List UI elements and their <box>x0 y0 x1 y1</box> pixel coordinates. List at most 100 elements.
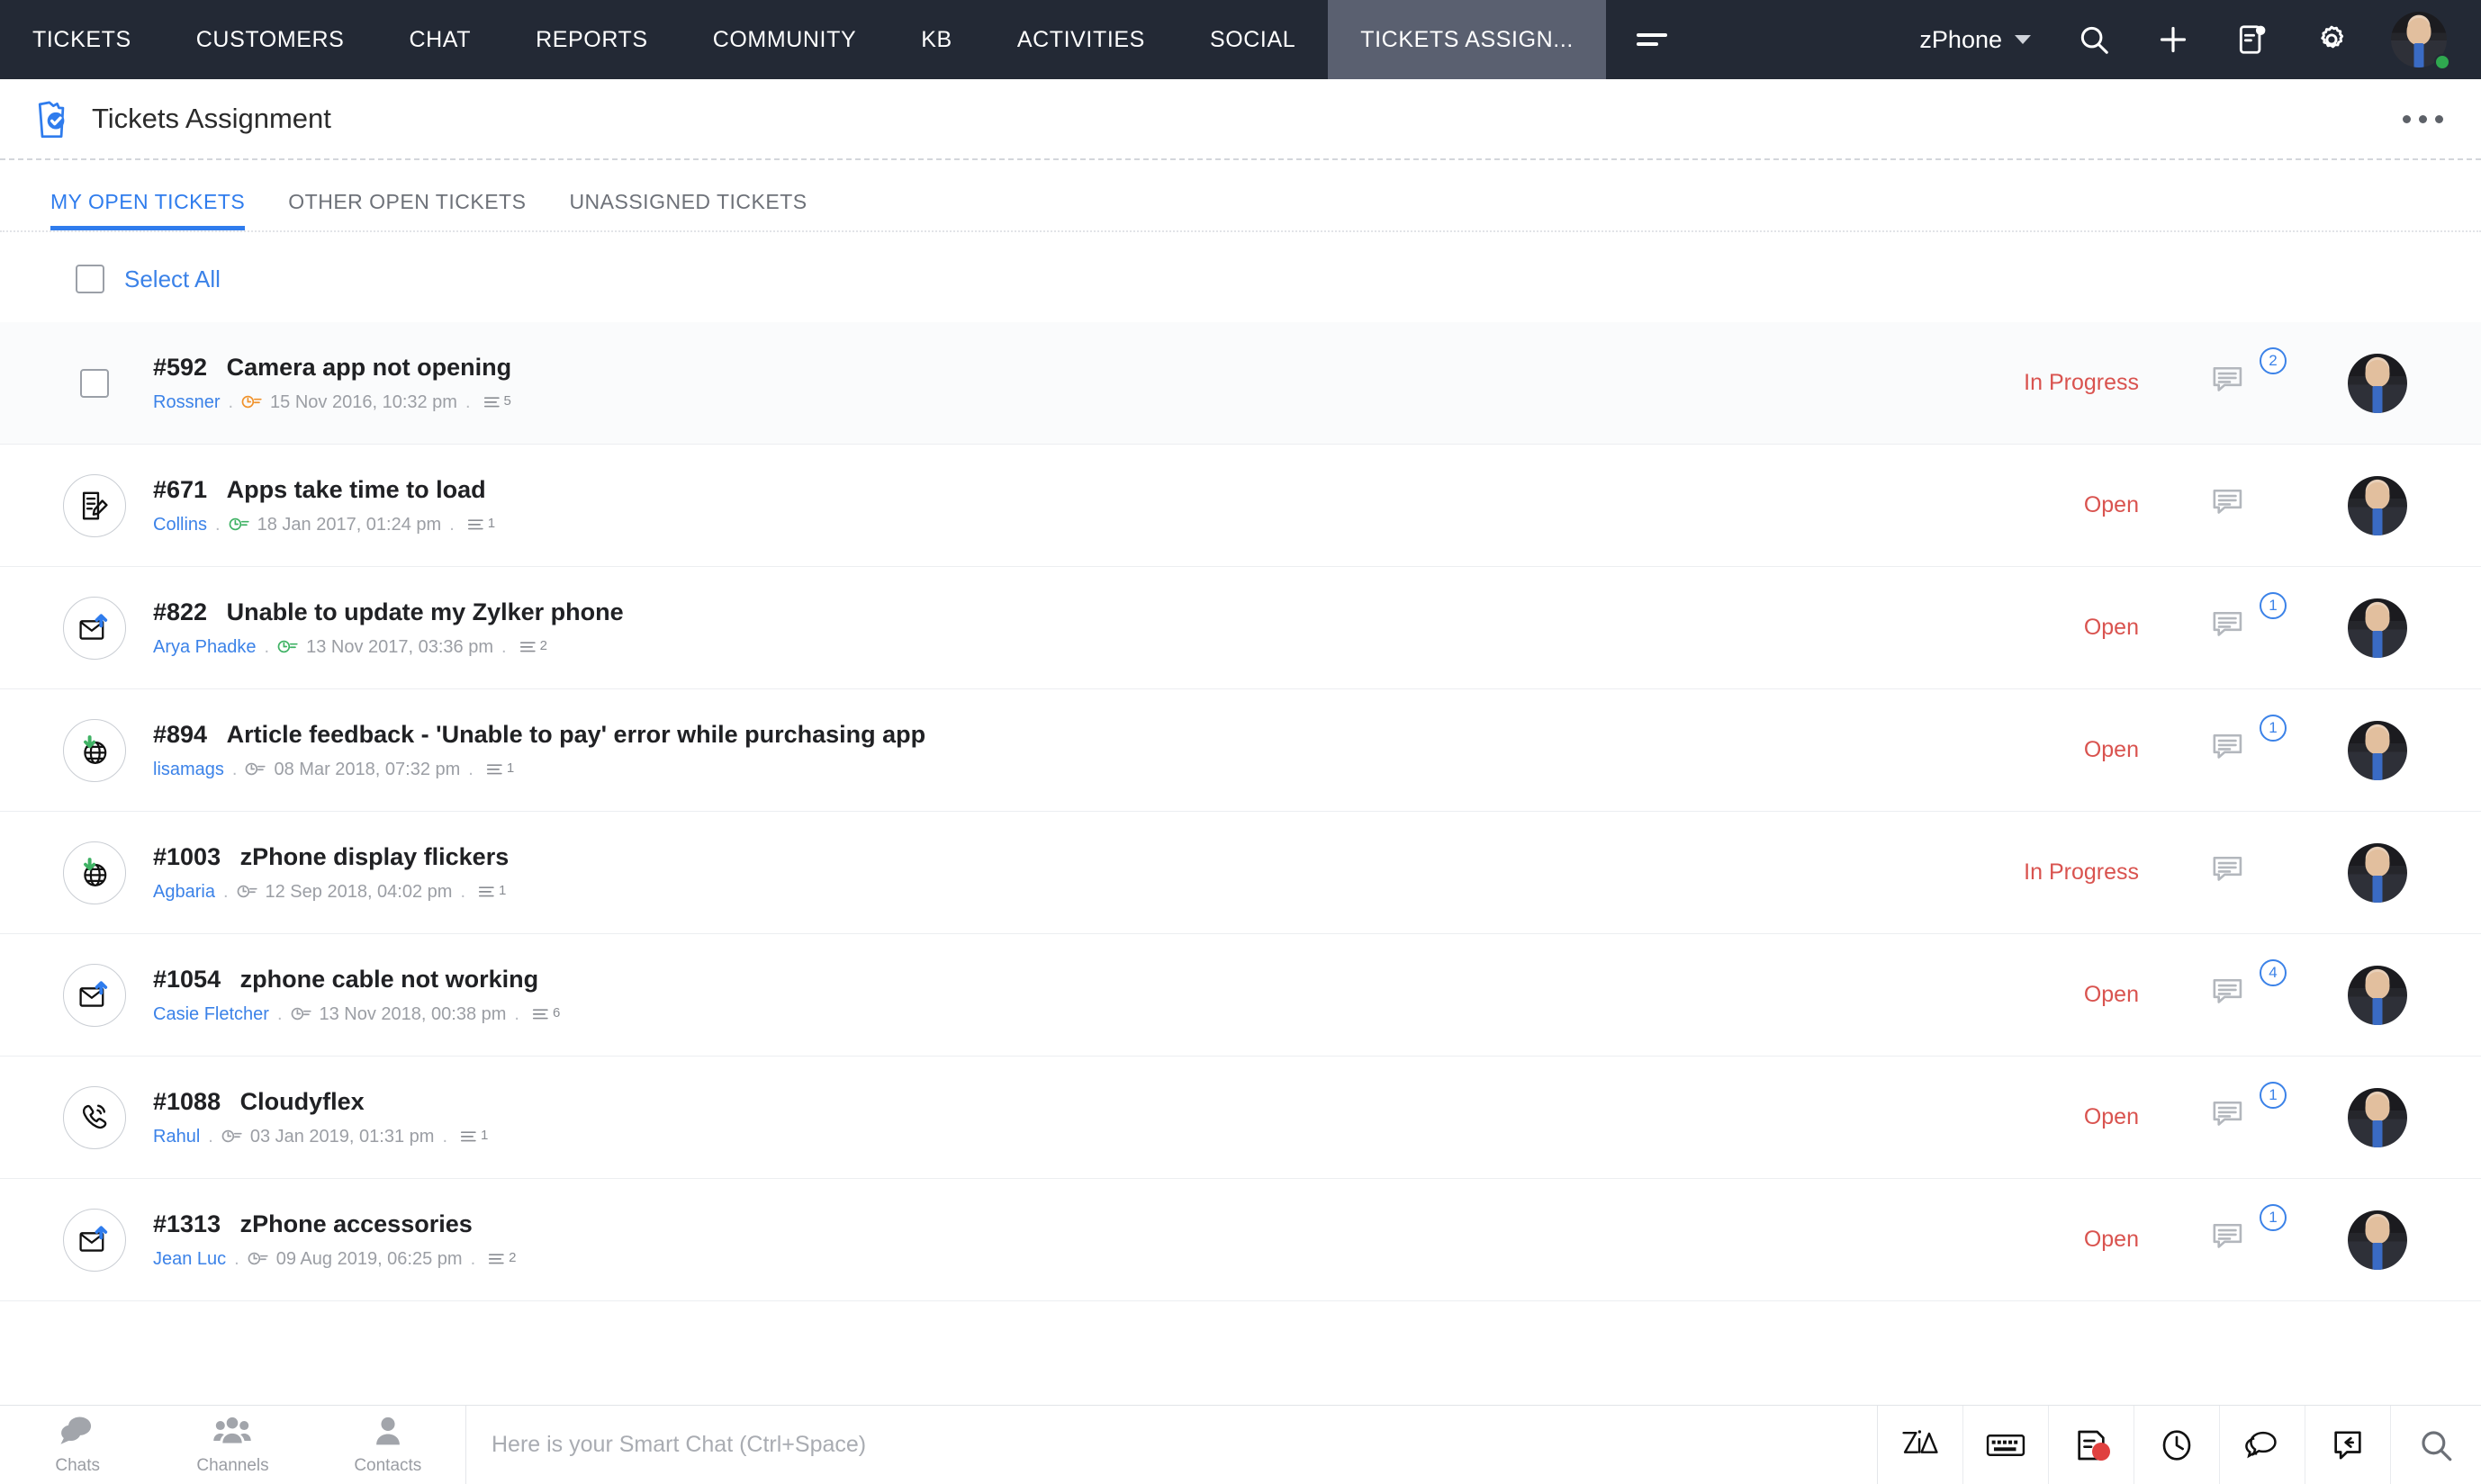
ticket-assignee-avatar[interactable] <box>2310 965 2445 1025</box>
sla-clock-icon <box>237 884 258 900</box>
nav-item-social[interactable]: SOCIAL <box>1177 0 1328 79</box>
ticket-assignee-avatar[interactable] <box>2310 598 2445 658</box>
bottom-tab-channels[interactable]: Channels <box>155 1406 310 1484</box>
ticket-contact[interactable]: Agbaria <box>153 882 215 903</box>
ticket-assignee-avatar[interactable] <box>2310 353 2445 413</box>
reply-icon[interactable] <box>2305 1406 2391 1484</box>
department-selector[interactable]: zPhone <box>1896 26 2054 54</box>
ticket-title[interactable]: #1313 zPhone accessories <box>153 1210 1878 1238</box>
meta-separator: . <box>228 391 234 412</box>
ticket-contact[interactable]: Collins <box>153 515 207 535</box>
status-badge[interactable]: Open <box>2084 737 2139 762</box>
ticket-meta: Casie Fletcher . 13 Nov 2018, 00:38 pm .… <box>153 1004 1878 1025</box>
bottom-tab-label: Chats <box>55 1456 100 1475</box>
nav-item-reports[interactable]: REPORTS <box>503 0 681 79</box>
ticket-checkbox[interactable] <box>80 368 109 398</box>
conversation-icon[interactable] <box>2220 1406 2305 1484</box>
user-avatar[interactable] <box>2380 0 2458 79</box>
status-badge[interactable]: Open <box>2084 982 2139 1007</box>
ticket-assignee-avatar[interactable] <box>2310 720 2445 780</box>
ticket-list: #592 Camera app not opening Rossner . 15… <box>0 322 2481 1301</box>
ticket-row[interactable]: #894 Article feedback - 'Unable to pay' … <box>0 689 2481 812</box>
ticket-contact[interactable]: Casie Fletcher <box>153 1004 269 1025</box>
select-all-checkbox[interactable] <box>76 265 104 293</box>
people-group-icon <box>212 1414 252 1453</box>
ticket-comment-cell[interactable]: 1 <box>2148 715 2310 769</box>
ticket-contact[interactable]: Jean Luc <box>153 1249 226 1270</box>
nav-item-chat[interactable]: CHAT <box>376 0 503 79</box>
ticket-comment-cell[interactable]: 1 <box>2148 1204 2310 1259</box>
ticket-row[interactable]: #671 Apps take time to load Collins . 18… <box>0 445 2481 567</box>
ticket-assignee-avatar[interactable] <box>2310 1210 2445 1270</box>
add-icon[interactable] <box>2134 0 2213 79</box>
status-badge[interactable]: Open <box>2084 1227 2139 1252</box>
search-icon[interactable] <box>2391 1406 2481 1484</box>
ticket-contact[interactable]: Rossner <box>153 392 220 413</box>
ticket-comment-cell[interactable]: 1 <box>2148 1082 2310 1137</box>
status-badge[interactable]: Open <box>2084 615 2139 640</box>
meta-separator: . <box>449 514 455 535</box>
search-icon[interactable] <box>2054 0 2134 79</box>
comment-icon <box>2210 486 2248 525</box>
nav-hamburger-icon[interactable] <box>1606 0 1698 79</box>
bottom-tab-chats[interactable]: Chats <box>0 1406 155 1484</box>
sla-clock-icon <box>229 517 250 533</box>
ticket-comment-cell[interactable] <box>2148 853 2310 892</box>
ticket-title[interactable]: #592 Camera app not opening <box>153 354 1878 382</box>
tab-other-open-tickets[interactable]: OTHER OPEN TICKETS <box>288 190 546 230</box>
ticket-title[interactable]: #1088 Cloudyflex <box>153 1088 1878 1116</box>
ticket-subject: Unable to update my Zylker phone <box>226 598 624 625</box>
ticket-comment-cell[interactable]: 2 <box>2148 347 2310 402</box>
bottom-tab-label: Contacts <box>354 1456 422 1475</box>
ticket-title[interactable]: #894 Article feedback - 'Unable to pay' … <box>153 721 1878 749</box>
ticket-assignee-avatar[interactable] <box>2310 1087 2445 1147</box>
ticket-contact[interactable]: Arya Phadke <box>153 637 257 658</box>
ticket-row[interactable]: #1054 zphone cable not working Casie Fle… <box>0 934 2481 1057</box>
notes-icon[interactable] <box>2049 1406 2134 1484</box>
select-all-label[interactable]: Select All <box>124 265 221 293</box>
ticket-title[interactable]: #822 Unable to update my Zylker phone <box>153 598 1878 626</box>
ticket-row[interactable]: #1088 Cloudyflex Rahul . 03 Jan 2019, 01… <box>0 1057 2481 1179</box>
nav-item-tickets[interactable]: TICKETS <box>0 0 164 79</box>
clock-icon[interactable] <box>2134 1406 2220 1484</box>
comment-count-badge: 1 <box>2260 1082 2287 1109</box>
status-badge[interactable]: In Progress <box>2024 370 2139 395</box>
ticket-assignee-avatar[interactable] <box>2310 475 2445 535</box>
status-badge[interactable]: Open <box>2084 492 2139 517</box>
ticket-comment-cell[interactable]: 1 <box>2148 592 2310 647</box>
ticket-row[interactable]: #1003 zPhone display flickers Agbaria . … <box>0 812 2481 934</box>
ticket-contact[interactable]: Rahul <box>153 1127 200 1147</box>
ticket-row[interactable]: #1313 zPhone accessories Jean Luc . 09 A… <box>0 1179 2481 1301</box>
ticket-assignee-avatar[interactable] <box>2310 842 2445 903</box>
nav-item-community[interactable]: COMMUNITY <box>681 0 889 79</box>
meta-separator: . <box>501 636 507 657</box>
ticket-comment-cell[interactable] <box>2148 486 2310 525</box>
status-badge[interactable]: In Progress <box>2024 859 2139 885</box>
tab-my-open-tickets[interactable]: MY OPEN TICKETS <box>50 190 265 230</box>
ticket-title[interactable]: #1003 zPhone display flickers <box>153 843 1878 871</box>
ticket-title[interactable]: #671 Apps take time to load <box>153 476 1878 504</box>
smart-chat-input[interactable] <box>492 1432 1877 1458</box>
meta-separator: . <box>460 881 466 902</box>
ticket-row[interactable]: #822 Unable to update my Zylker phone Ar… <box>0 567 2481 689</box>
ticket-status-cell: Open <box>1878 492 2148 518</box>
ticket-view-tabs: MY OPEN TICKETS OTHER OPEN TICKETS UNASSIG… <box>0 160 2481 232</box>
ticket-title[interactable]: #1054 zphone cable not working <box>153 966 1878 994</box>
ticket-contact[interactable]: lisamags <box>153 760 224 780</box>
ticket-row[interactable]: #592 Camera app not opening Rossner . 15… <box>0 322 2481 445</box>
tab-unassigned-tickets[interactable]: UNASSIGNED TICKETS <box>569 190 826 230</box>
nav-item-activities[interactable]: ACTIVITIES <box>985 0 1177 79</box>
more-options-icon[interactable] <box>2403 114 2443 123</box>
ticket-row-lead <box>45 596 144 660</box>
notifications-icon[interactable] <box>2213 0 2292 79</box>
comment-icon <box>2210 364 2248 402</box>
status-badge[interactable]: Open <box>2084 1104 2139 1129</box>
ticket-comment-cell[interactable]: 4 <box>2148 959 2310 1014</box>
bottom-tab-contacts[interactable]: Contacts <box>311 1406 465 1484</box>
zia-logo-icon[interactable] <box>1878 1406 1963 1484</box>
nav-item-customers[interactable]: CUSTOMERS <box>164 0 377 79</box>
nav-item-kb[interactable]: KB <box>889 0 985 79</box>
nav-item-tickets-assign[interactable]: TICKETS ASSIGN... <box>1328 0 1606 79</box>
keyboard-icon[interactable] <box>1963 1406 2049 1484</box>
settings-gear-icon[interactable] <box>2292 0 2371 79</box>
